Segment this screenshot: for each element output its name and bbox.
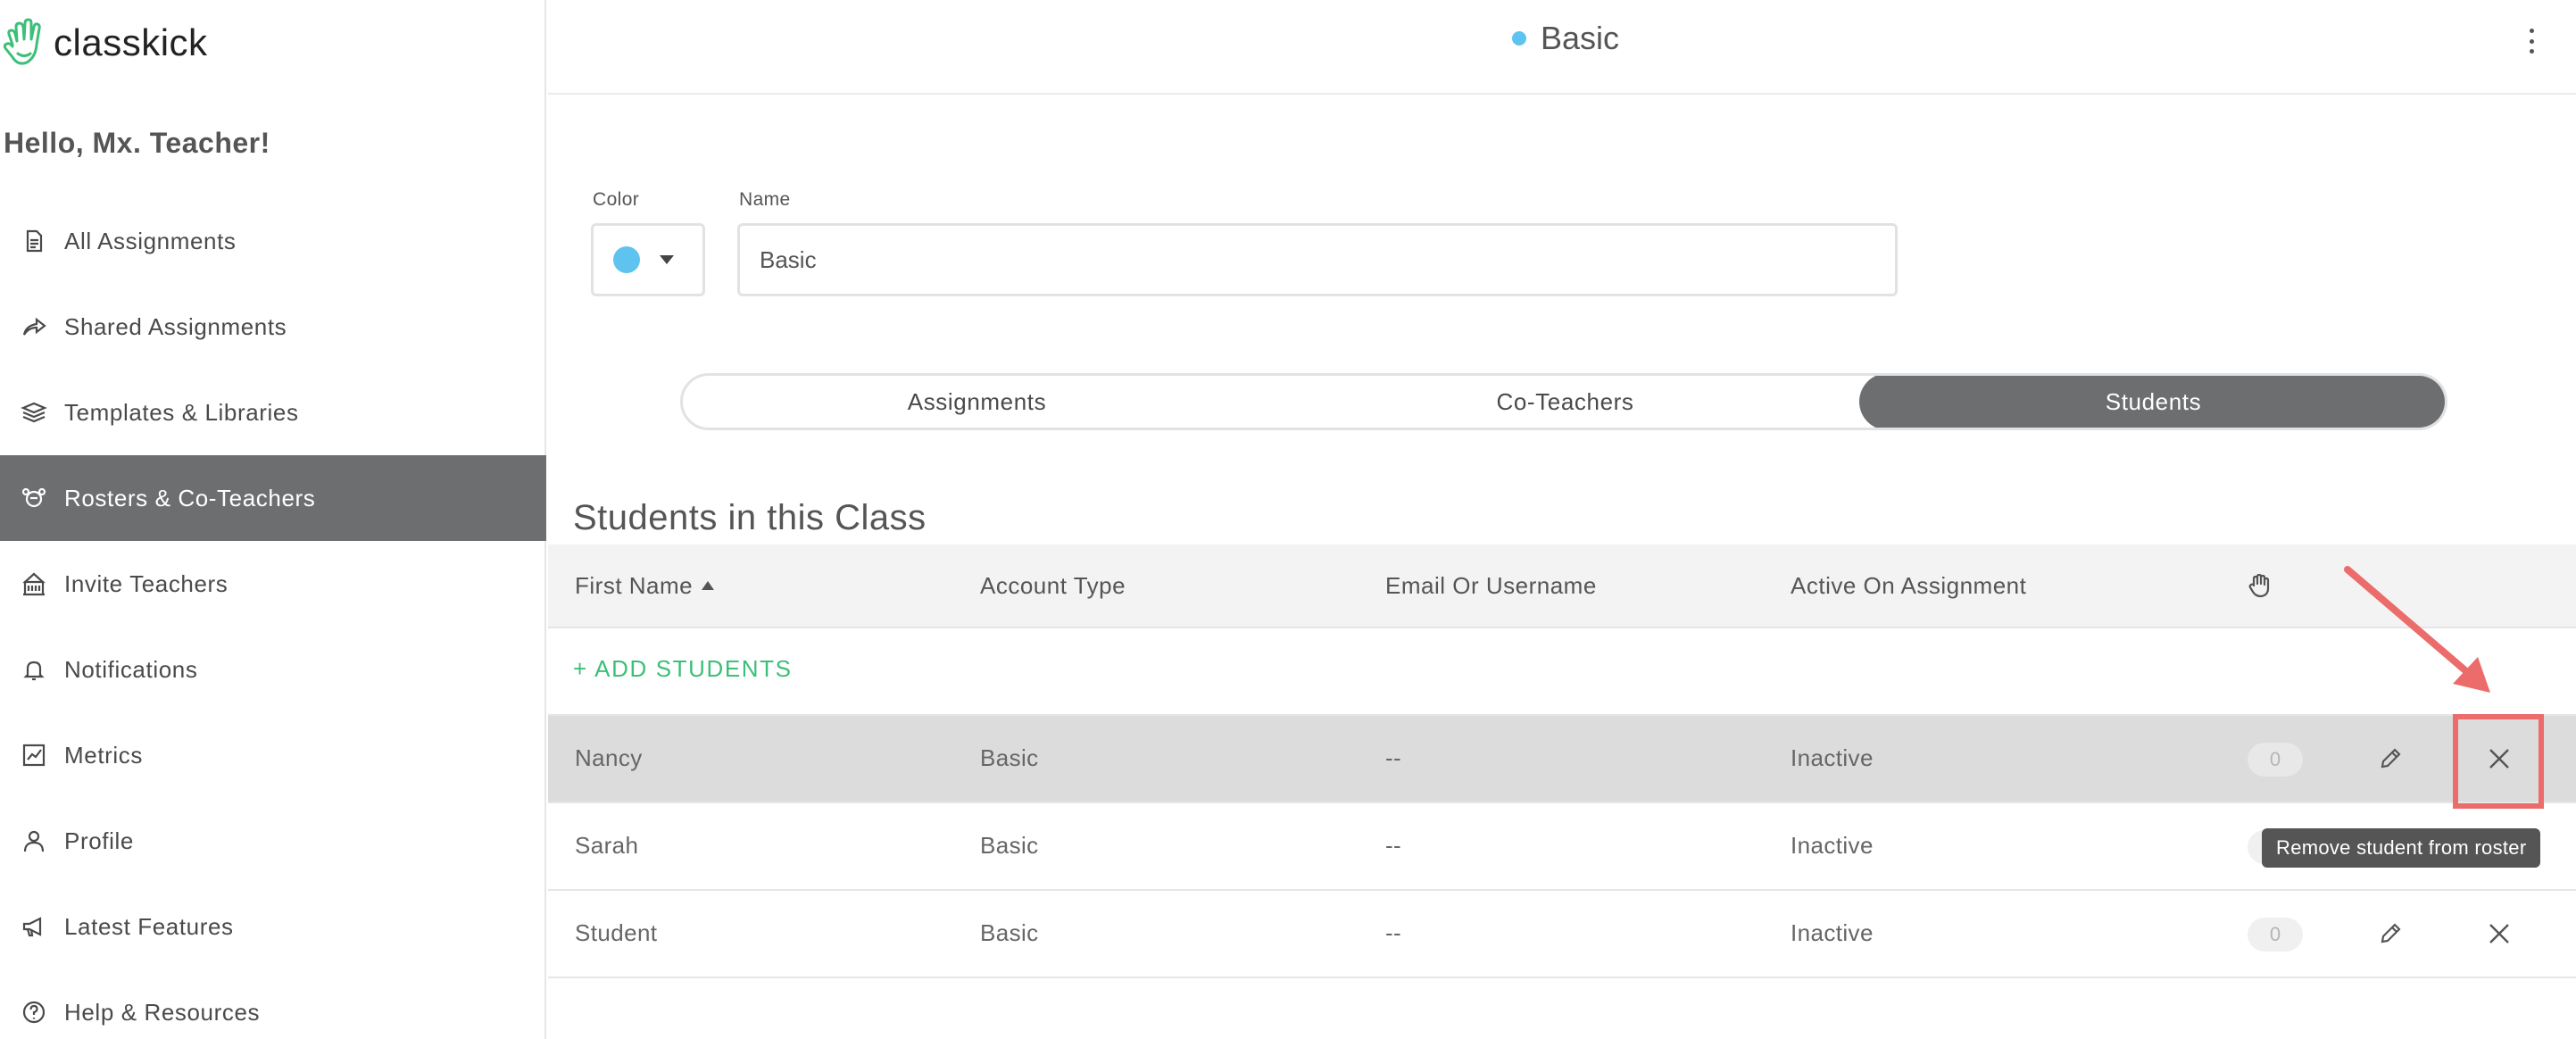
header: Basic bbox=[548, 0, 2576, 95]
edit-student-button[interactable] bbox=[2372, 741, 2408, 777]
table-header: First Name Account Type Email Or Usernam… bbox=[548, 544, 2576, 628]
cell-active: Inactive bbox=[1791, 832, 1874, 859]
add-students-row: + ADD STUDENTS bbox=[548, 628, 2576, 716]
color-picker-dropdown[interactable] bbox=[591, 223, 705, 296]
edit-student-button[interactable] bbox=[2372, 916, 2408, 952]
document-icon bbox=[18, 227, 50, 255]
cell-active: Inactive bbox=[1791, 744, 1874, 771]
sidebar-item-label: Invite Teachers bbox=[64, 569, 229, 597]
tab-co-teachers[interactable]: Co-Teachers bbox=[1271, 376, 1859, 428]
sidebar-item-invite-teachers[interactable]: Invite Teachers bbox=[0, 541, 546, 627]
logo[interactable]: classkick bbox=[0, 16, 208, 70]
sidebar-item-label: All Assignments bbox=[64, 227, 237, 254]
sidebar-item-templates-libraries[interactable]: Templates & Libraries bbox=[0, 370, 546, 455]
person-icon bbox=[18, 827, 50, 855]
layers-icon bbox=[18, 398, 50, 427]
cell-account-type: Basic bbox=[980, 744, 1039, 771]
help-icon bbox=[18, 998, 50, 1027]
class-name-input[interactable] bbox=[737, 223, 1898, 296]
name-label: Name bbox=[739, 189, 791, 210]
sidebar-item-label: Help & Resources bbox=[64, 998, 261, 1026]
bell-icon bbox=[18, 655, 50, 684]
chevron-down-icon bbox=[660, 255, 674, 264]
share-arrow-icon bbox=[18, 312, 50, 341]
sort-ascending-icon bbox=[702, 581, 715, 590]
table-row[interactable]: Nancy Basic -- Inactive 0 bbox=[548, 716, 2576, 803]
school-icon bbox=[18, 569, 50, 598]
sidebar-item-profile[interactable]: Profile bbox=[0, 798, 546, 884]
column-first-name-label: First Name bbox=[575, 571, 694, 599]
tab-assignments[interactable]: Assignments bbox=[683, 376, 1271, 428]
close-icon bbox=[2489, 924, 2509, 943]
sidebar-item-notifications[interactable]: Notifications bbox=[0, 627, 546, 712]
column-first-name[interactable]: First Name bbox=[575, 571, 715, 600]
column-account-type: Account Type bbox=[980, 571, 1126, 599]
sidebar-item-label: Templates & Libraries bbox=[64, 398, 299, 426]
close-icon bbox=[2489, 749, 2509, 769]
more-options-icon[interactable] bbox=[2522, 23, 2540, 59]
chart-icon bbox=[18, 741, 50, 769]
sidebar-item-label: Rosters & Co-Teachers bbox=[64, 484, 316, 511]
column-email: Email Or Username bbox=[1385, 571, 1597, 599]
cell-account-type: Basic bbox=[980, 919, 1039, 946]
sidebar-item-help-resources[interactable]: Help & Resources bbox=[0, 969, 546, 1039]
tab-students[interactable]: Students bbox=[1859, 376, 2445, 428]
sidebar-item-label: Metrics bbox=[64, 741, 143, 769]
page-title: Basic bbox=[1512, 20, 1619, 57]
sidebar-item-latest-features[interactable]: Latest Features bbox=[0, 884, 546, 969]
sidebar-item-metrics[interactable]: Metrics bbox=[0, 712, 546, 798]
students-table: First Name Account Type Email Or Usernam… bbox=[548, 544, 2576, 978]
help-count-badge: 0 bbox=[2248, 743, 2303, 777]
table-row[interactable]: Student Basic -- Inactive 0 bbox=[548, 891, 2576, 978]
remove-student-button[interactable] bbox=[2480, 739, 2519, 778]
raised-hand-icon bbox=[2248, 573, 2271, 598]
page-title-text: Basic bbox=[1541, 20, 1620, 56]
cell-first-name: Student bbox=[575, 919, 658, 946]
cell-first-name: Nancy bbox=[575, 744, 643, 771]
sidebar-item-label: Notifications bbox=[64, 655, 198, 683]
sidebar-item-shared-assignments[interactable]: Shared Assignments bbox=[0, 284, 546, 370]
cell-active: Inactive bbox=[1791, 919, 1874, 946]
cell-email: -- bbox=[1385, 919, 1402, 946]
remove-student-tooltip: Remove student from roster bbox=[2262, 828, 2541, 868]
sidebar-nav: All Assignments Shared Assignments Templ… bbox=[0, 198, 546, 1039]
hand-logo-icon bbox=[3, 18, 41, 65]
class-color-dot bbox=[1512, 31, 1526, 46]
logo-text: classkick bbox=[54, 21, 208, 63]
cell-first-name: Sarah bbox=[575, 832, 639, 859]
section-title: Students in this Class bbox=[573, 498, 927, 537]
sidebar-item-label: Profile bbox=[64, 827, 134, 854]
pencil-icon bbox=[2381, 923, 2401, 943]
color-swatch bbox=[613, 246, 640, 273]
cell-email: -- bbox=[1385, 832, 1402, 859]
sidebar-item-all-assignments[interactable]: All Assignments bbox=[0, 198, 546, 284]
add-students-button[interactable]: + ADD STUDENTS bbox=[573, 655, 793, 683]
class-tabs: Assignments Co-Teachers Students bbox=[680, 373, 2447, 430]
help-count-badge: 0 bbox=[2248, 918, 2303, 952]
megaphone-icon bbox=[18, 912, 50, 941]
sidebar: classkick Hello, Mx. Teacher! All Assign… bbox=[0, 0, 546, 1039]
cell-account-type: Basic bbox=[980, 832, 1039, 859]
color-label: Color bbox=[593, 189, 640, 210]
sidebar-item-label: Shared Assignments bbox=[64, 312, 287, 340]
sidebar-item-label: Latest Features bbox=[64, 912, 234, 940]
sidebar-item-rosters-co-teachers[interactable]: Rosters & Co-Teachers bbox=[0, 455, 546, 541]
roster-icon bbox=[18, 484, 50, 512]
remove-student-button[interactable] bbox=[2480, 914, 2519, 953]
column-active: Active On Assignment bbox=[1791, 571, 2027, 599]
pencil-icon bbox=[2381, 748, 2401, 769]
cell-email: -- bbox=[1385, 744, 1402, 771]
greeting: Hello, Mx. Teacher! bbox=[4, 127, 270, 159]
